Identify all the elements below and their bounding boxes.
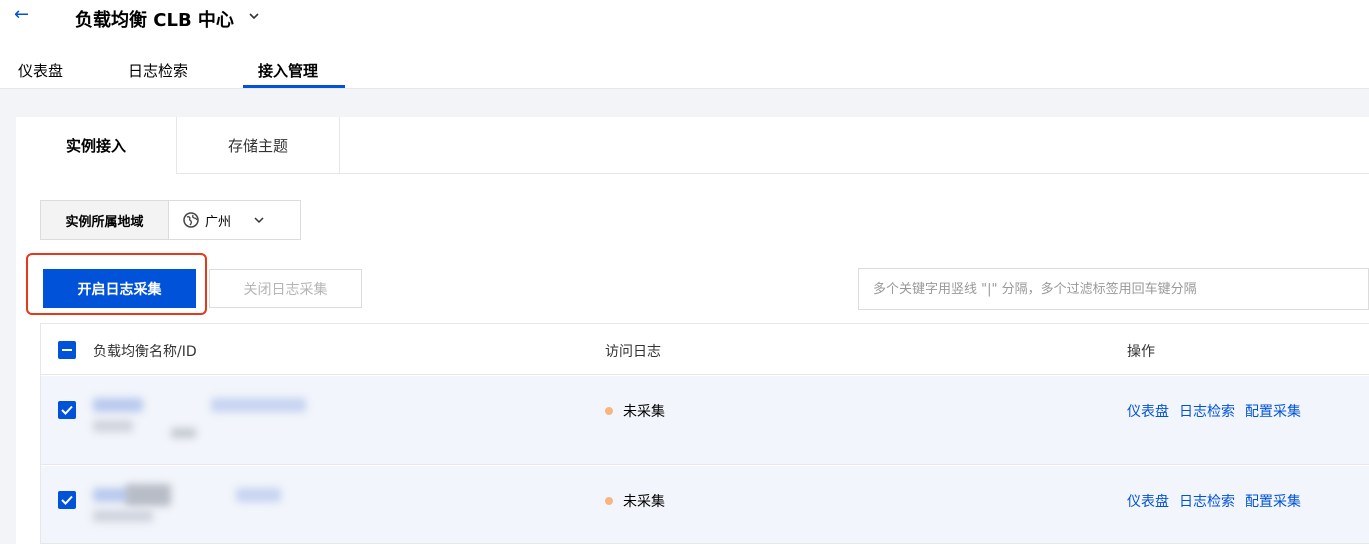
instance-info-redacted [171,428,196,438]
page-title: 负载均衡 CLB 中心 [75,10,234,31]
table-row: 未采集 仪表盘 日志检索 配置采集 [41,466,1369,544]
status-text: 未采集 [623,494,665,510]
dashboard-link[interactable]: 仪表盘 [1127,401,1169,421]
column-header-access-log: 访问日志 [605,344,661,360]
status-dot [605,407,613,415]
chevron-down-icon[interactable] [247,9,261,23]
instance-id-redacted [211,398,306,412]
page-header: ← 负载均衡 CLB 中心 仪表盘 日志检索 接入管理 [0,0,1369,90]
instance-id-redacted [236,488,281,502]
row-checkbox[interactable] [58,401,76,419]
log-status: 未采集 [605,491,665,511]
configure-collection-link[interactable]: 配置采集 [1245,401,1301,421]
globe-icon [183,212,199,228]
configure-collection-link[interactable]: 配置采集 [1245,491,1301,511]
column-header-actions: 操作 [1127,344,1155,360]
select-all-checkbox[interactable] [58,341,76,359]
log-status: 未采集 [605,401,665,421]
subtab-storage-topic[interactable]: 存储主题 [177,117,340,173]
main-panel: 实例接入 存储主题 实例所属地域 广州 开启日志采集 关闭日志采集 负载均衡名称… [16,117,1369,544]
region-label: 实例所属地域 [41,201,169,239]
instance-info-redacted [93,420,133,432]
status-dot [605,497,613,505]
disable-log-collection-button: 关闭日志采集 [209,269,362,308]
table-header: 负载均衡名称/ID 访问日志 操作 [41,323,1369,375]
row-checkbox[interactable] [58,491,76,509]
subtabs-divider [16,173,1369,174]
tab-access-management[interactable]: 接入管理 [258,60,318,81]
tab-dashboard[interactable]: 仪表盘 [18,60,63,81]
instance-name-redacted [126,484,171,506]
instance-info-redacted [93,510,153,522]
region-dropdown[interactable]: 广州 [169,201,300,239]
column-header-name: 负载均衡名称/ID [93,344,197,360]
row-actions: 仪表盘 日志检索 配置采集 [1127,491,1301,511]
tab-log-search[interactable]: 日志检索 [128,60,188,81]
chevron-down-icon [254,217,264,224]
region-selector: 实例所属地域 广州 [40,200,301,240]
region-value: 广州 [205,214,232,230]
enable-log-collection-button[interactable]: 开启日志采集 [43,269,196,308]
arrow-left-icon[interactable]: ← [14,4,29,25]
status-text: 未采集 [623,404,665,420]
subtab-instance-access[interactable]: 实例接入 [16,117,177,174]
log-search-link[interactable]: 日志检索 [1179,401,1235,421]
log-search-link[interactable]: 日志检索 [1179,491,1235,511]
table-row: 未采集 仪表盘 日志检索 配置采集 [41,376,1369,465]
search-input[interactable] [858,268,1369,310]
dashboard-link[interactable]: 仪表盘 [1127,491,1169,511]
instance-table: 负载均衡名称/ID 访问日志 操作 未采集 仪表盘 日志检索 配置采集 未采集 … [40,323,1369,544]
row-actions: 仪表盘 日志检索 配置采集 [1127,401,1301,421]
instance-name-redacted [93,398,143,412]
